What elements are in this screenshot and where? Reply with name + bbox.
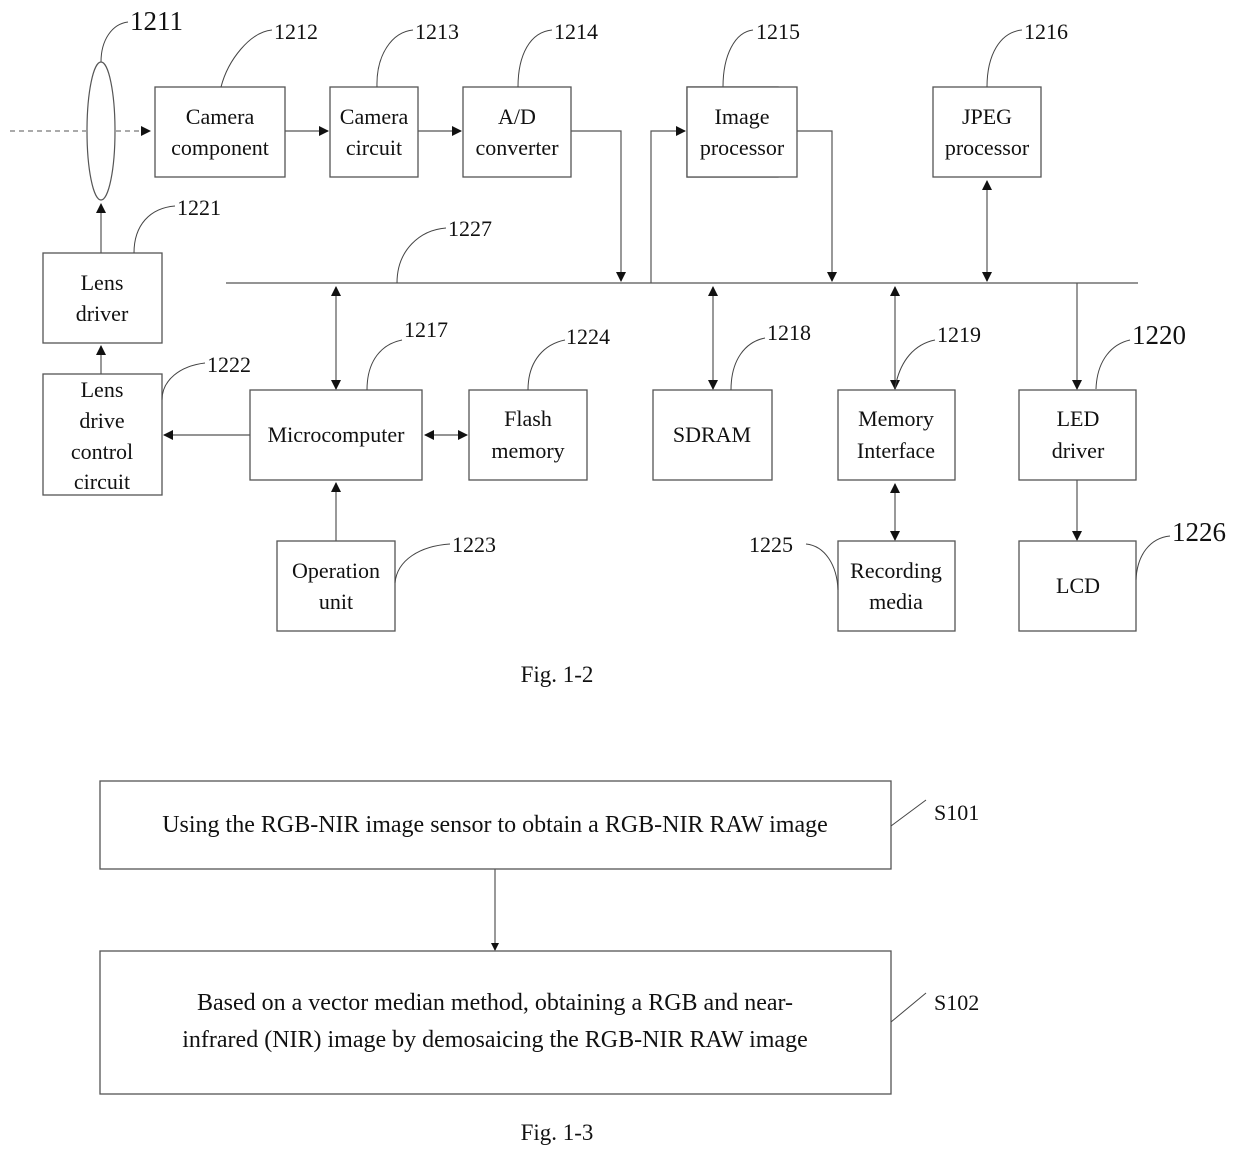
ref-1227: 1227 (448, 216, 492, 241)
svg-text:processor: processor (945, 135, 1030, 160)
block-ad-converter: A/D converter 1214 (462, 19, 598, 178)
svg-text:1223: 1223 (452, 532, 496, 557)
svg-text:Recording: Recording (850, 558, 942, 583)
ref-1211: 1211 (130, 6, 183, 36)
block-operation-unit: Operation unit 1223 (276, 532, 496, 632)
image-processor-line2: processor (700, 135, 785, 160)
step-s101: Using the RGB-NIR image sensor to obtain… (99, 780, 979, 870)
svg-text:component: component (171, 135, 269, 160)
svg-text:1226: 1226 (1172, 517, 1226, 547)
block-led-driver: LED driver 1220 (1018, 320, 1186, 481)
block-jpeg-processor: JPEG processor 1216 (932, 19, 1068, 178)
svg-text:1212: 1212 (274, 19, 318, 44)
svg-text:memory: memory (491, 438, 564, 463)
patent-figures: 1211 Camera component 1212 Camera circui… (10, 6, 1226, 1145)
block-microcomputer: Microcomputer 1217 (249, 317, 448, 481)
arrow-ad-to-bus (571, 130, 626, 282)
leader-1211 (100, 21, 129, 63)
svg-text:converter: converter (475, 135, 559, 160)
block-camera-circuit: Camera circuit 1213 (329, 19, 459, 178)
svg-text:1218: 1218 (767, 320, 811, 345)
svg-text:1219: 1219 (937, 322, 981, 347)
svg-text:Lens: Lens (81, 377, 124, 402)
arrow-bus-to-image-processor (650, 126, 686, 283)
svg-text:unit: unit (319, 589, 353, 614)
svg-text:Camera: Camera (186, 104, 255, 129)
block-lcd: LCD 1226 (1018, 517, 1226, 632)
svg-text:1222: 1222 (207, 352, 251, 377)
svg-text:1214: 1214 (554, 19, 598, 44)
step-s102: Based on a vector median method, obtaini… (99, 950, 979, 1095)
svg-text:Memory: Memory (858, 406, 934, 431)
image-processor-frame (686, 86, 798, 178)
svg-text:1213: 1213 (415, 19, 459, 44)
figure-1-2: 1211 Camera component 1212 Camera circui… (10, 6, 1226, 687)
svg-text:driver: driver (76, 301, 129, 326)
block-flash-memory: Flash memory 1224 (468, 324, 610, 481)
svg-text:1224: 1224 (566, 324, 610, 349)
svg-text:1215: 1215 (756, 19, 800, 44)
block-sdram: SDRAM 1218 (652, 320, 811, 481)
svg-text:LCD: LCD (1056, 573, 1100, 598)
block-memory-interface: Memory Interface 1219 (837, 322, 981, 481)
figure-1-3: Using the RGB-NIR image sensor to obtain… (99, 780, 979, 1145)
block-lens-drive-control-circuit: Lens drive control circuit 1222 (42, 352, 251, 496)
block-recording-media: Recording media 1225 (749, 532, 956, 632)
svg-text:1221: 1221 (177, 195, 221, 220)
block-lens-driver: Lens driver 1221 (42, 195, 221, 344)
svg-text:drive: drive (79, 408, 124, 433)
svg-text:circuit: circuit (346, 135, 402, 160)
svg-text:circuit: circuit (74, 469, 130, 494)
svg-text:control: control (71, 439, 133, 464)
block-camera-component: Camera component 1212 (154, 19, 318, 178)
svg-text:S101: S101 (934, 800, 979, 825)
lens-icon (86, 61, 116, 201)
svg-text:1217: 1217 (404, 317, 448, 342)
svg-text:Based on a vector median metho: Based on a vector median method, obtaini… (197, 990, 793, 1016)
svg-text:JPEG: JPEG (962, 104, 1012, 129)
svg-text:Using the RGB-NIR image sensor: Using the RGB-NIR image sensor to obtain… (162, 812, 828, 838)
leader-1227 (396, 227, 447, 284)
figure-caption-1-3: Fig. 1-3 (521, 1120, 594, 1145)
svg-text:infrared (NIR) image by demosa: infrared (NIR) image by demosaicing the … (182, 1027, 807, 1053)
svg-text:LED: LED (1057, 406, 1100, 431)
arrow-image-processor-to-bus (797, 130, 837, 282)
svg-text:SDRAM: SDRAM (673, 422, 751, 447)
svg-text:Flash: Flash (504, 406, 552, 431)
svg-text:1216: 1216 (1024, 19, 1068, 44)
svg-text:S102: S102 (934, 990, 979, 1015)
svg-text:A/D: A/D (498, 104, 536, 129)
svg-text:1220: 1220 (1132, 320, 1186, 350)
svg-text:Interface: Interface (857, 438, 935, 463)
svg-text:Microcomputer: Microcomputer (268, 422, 406, 447)
svg-text:media: media (869, 589, 923, 614)
image-processor-line1: Image (715, 104, 770, 129)
svg-text:1225: 1225 (749, 532, 793, 557)
svg-text:Camera: Camera (340, 104, 409, 129)
svg-text:Lens: Lens (81, 270, 124, 295)
svg-text:driver: driver (1052, 438, 1105, 463)
svg-text:Operation: Operation (292, 558, 380, 583)
figure-caption-1-2: Fig. 1-2 (521, 662, 594, 687)
